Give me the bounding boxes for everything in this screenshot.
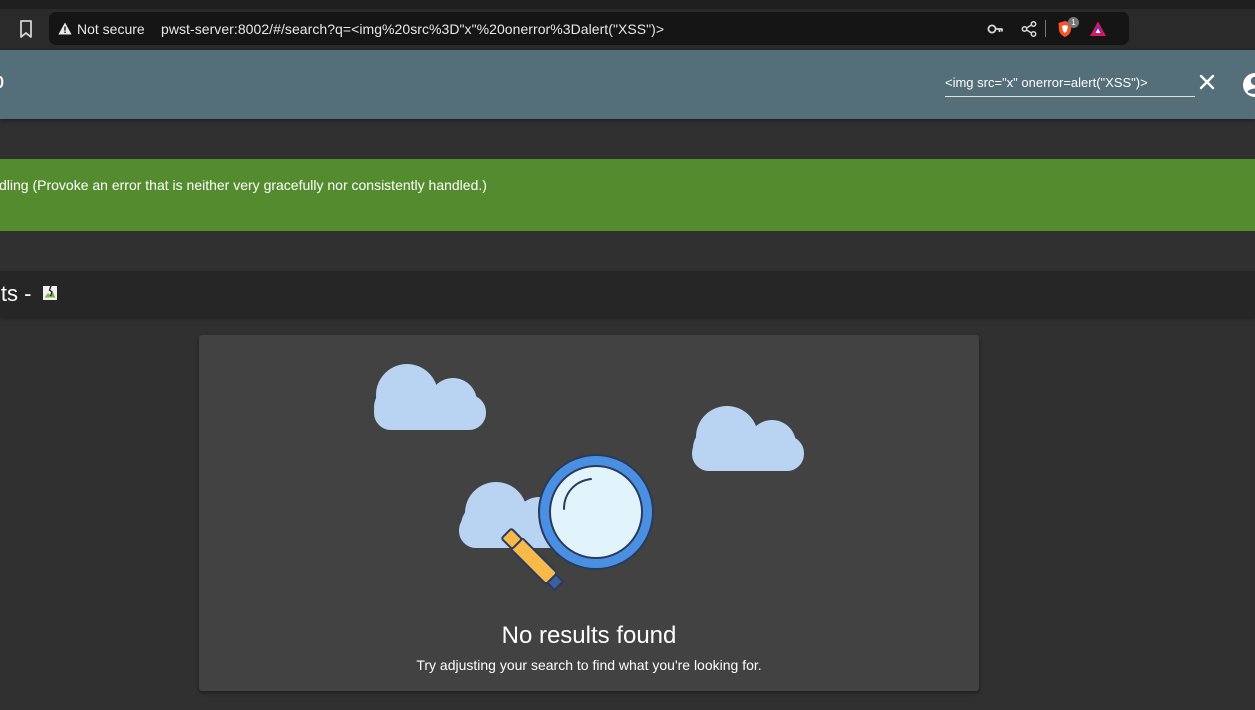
search-field[interactable] [945, 72, 1195, 97]
broken-image-icon [42, 285, 57, 301]
bookmark-icon[interactable] [17, 19, 35, 39]
app-toolbar: p [0, 50, 1255, 119]
close-icon[interactable] [1198, 73, 1216, 91]
address-bar[interactable]: Not secure pwst-server:8002/#/search?q=<… [49, 12, 1129, 45]
shield-count-badge: 1 [1068, 17, 1079, 28]
url-text[interactable]: pwst-server:8002/#/search?q=<img%20src%3… [161, 20, 664, 38]
search-input[interactable] [945, 72, 1185, 94]
window-top-strip [0, 0, 1255, 9]
results-title-text: lts - [0, 281, 38, 306]
security-label[interactable]: Not secure [77, 20, 145, 38]
address-bar-divider [1045, 20, 1046, 37]
warning-icon[interactable] [58, 22, 72, 35]
app-title[interactable]: p [0, 66, 4, 96]
account-icon[interactable] [1240, 70, 1255, 100]
results-header: lts - [0, 271, 1255, 317]
challenge-solved-banner: dling (Provoke an error that is neither … [0, 159, 1255, 231]
browser-toolbar: Not secure pwst-server:8002/#/search?q=<… [0, 9, 1255, 50]
share-icon[interactable] [1020, 20, 1038, 38]
no-results-hint: Try adjusting your search to find what y… [416, 657, 762, 673]
brave-rewards-icon[interactable] [1089, 20, 1107, 38]
challenge-message: dling (Provoke an error that is neither … [0, 177, 487, 193]
no-results-illustration [374, 364, 804, 592]
results-title: lts - [0, 280, 58, 308]
key-icon[interactable] [986, 20, 1004, 38]
no-results-title: No results found [501, 622, 677, 649]
no-results-card: No results found Try adjusting your sear… [199, 335, 979, 691]
cloud-icon [374, 364, 486, 430]
cloud-icon [692, 406, 804, 471]
